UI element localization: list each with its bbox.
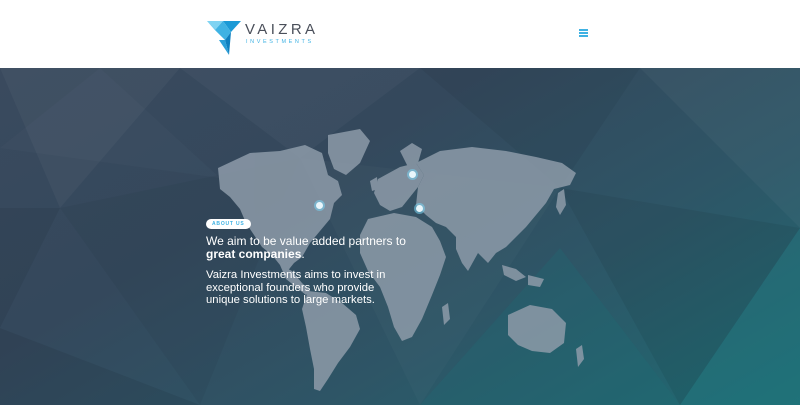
- logo[interactable]: VAIZRA INVESTMENTS: [205, 18, 325, 56]
- menu-line: [579, 29, 588, 31]
- menu-line: [579, 32, 588, 34]
- brand-name: VAIZRA: [245, 21, 319, 38]
- menu-line: [579, 35, 588, 37]
- headline-suffix: .: [301, 246, 305, 261]
- arrow-triangle-logo-icon: [207, 21, 241, 55]
- north-america-east-marker[interactable]: [316, 202, 323, 209]
- site-header: VAIZRA INVESTMENTS: [0, 0, 800, 69]
- northern-europe-marker[interactable]: [409, 171, 416, 178]
- page: VAIZRA INVESTMENTS ABOUT US We aim to be…: [0, 0, 800, 405]
- hero-body-text: Vaizra Investments aims to invest in exc…: [206, 269, 386, 306]
- middle-east-marker[interactable]: [416, 205, 423, 212]
- hamburger-menu-icon[interactable]: [577, 27, 591, 39]
- brand-tagline: INVESTMENTS: [246, 39, 314, 45]
- world-map: [218, 129, 584, 391]
- about-us-badge: ABOUT US: [206, 219, 251, 229]
- hero-headline: We aim to be value added partners to gre…: [206, 235, 416, 260]
- headline-bold: great companies: [206, 246, 302, 261]
